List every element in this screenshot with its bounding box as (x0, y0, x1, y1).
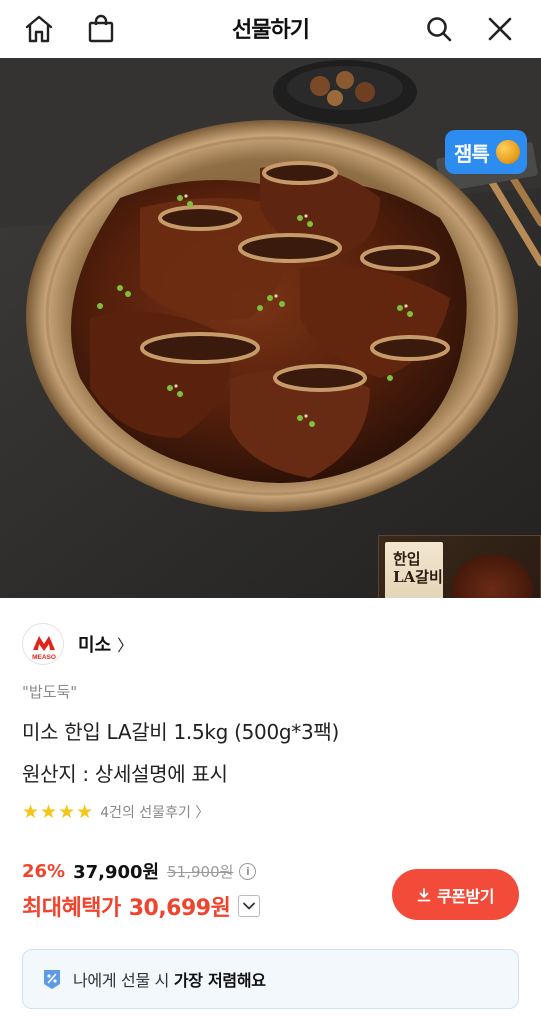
product-name: 미소 한입 LA갈비 1.5kg (500g*3팩) (22, 720, 339, 744)
package-meat-photo (451, 554, 533, 598)
original-price: 51,900원 (167, 862, 234, 881)
product-tagline: "밥도둑" (22, 683, 78, 701)
shopping-bag-icon[interactable] (84, 12, 118, 46)
max-benefit-row: 최대혜택가 30,699원 (22, 890, 261, 922)
close-icon[interactable] (483, 12, 517, 46)
coupon-download-button[interactable]: 쿠폰받기 (392, 869, 519, 920)
discount-rate: 26% (22, 860, 66, 882)
reviews-link[interactable]: 4건의 선물후기 〉 (100, 802, 209, 822)
seller-name[interactable]: 미소 〉 (78, 631, 133, 657)
star-icon: ★ (22, 801, 40, 823)
star-icon: ★ (58, 801, 76, 823)
self-gift-text: 나에게 선물 시 가장 저렴해요 (73, 971, 266, 990)
sale-price: 37,900원 (73, 862, 160, 883)
rating-stars: ★ ★ ★ ★ (22, 802, 94, 822)
coin-icon (496, 140, 520, 164)
seller-row[interactable]: MEASO 미소 〉 (22, 622, 133, 666)
package-title: 한입 LA갈비 (393, 550, 443, 586)
home-icon[interactable] (22, 12, 56, 46)
discount-tag-icon (41, 968, 63, 990)
info-icon[interactable]: i (239, 862, 257, 880)
page-title: 선물하기 (232, 18, 310, 43)
chevron-down-icon[interactable] (238, 895, 261, 917)
top-header: 선물하기 (0, 0, 541, 58)
max-benefit-price: 30,699원 (128, 896, 231, 921)
rating-row[interactable]: ★ ★ ★ ★ 4건의 선물후기 〉 (22, 800, 209, 824)
special-deal-badge: 잼특 (445, 130, 527, 174)
search-icon[interactable] (422, 12, 456, 46)
self-gift-banner[interactable]: 나에게 선물 시 가장 저렴해요 (22, 949, 519, 1009)
seller-logo[interactable]: MEASO (22, 623, 64, 665)
star-icon: ★ (40, 801, 58, 823)
price-row: 26% 37,900원 51,900원 i (22, 858, 257, 884)
star-icon: ★ (76, 801, 94, 823)
svg-text:MEASO: MEASO (32, 654, 56, 661)
max-benefit-label: 최대혜택가 (22, 896, 121, 921)
product-package-image: 한입 LA갈비 (378, 535, 541, 598)
chevron-right-icon: 〉 (117, 636, 134, 655)
product-image[interactable]: 잼특 한입 LA갈비 (0, 58, 541, 598)
download-icon (417, 887, 431, 902)
product-origin: 원산지 : 상세설명에 표시 (22, 762, 228, 786)
